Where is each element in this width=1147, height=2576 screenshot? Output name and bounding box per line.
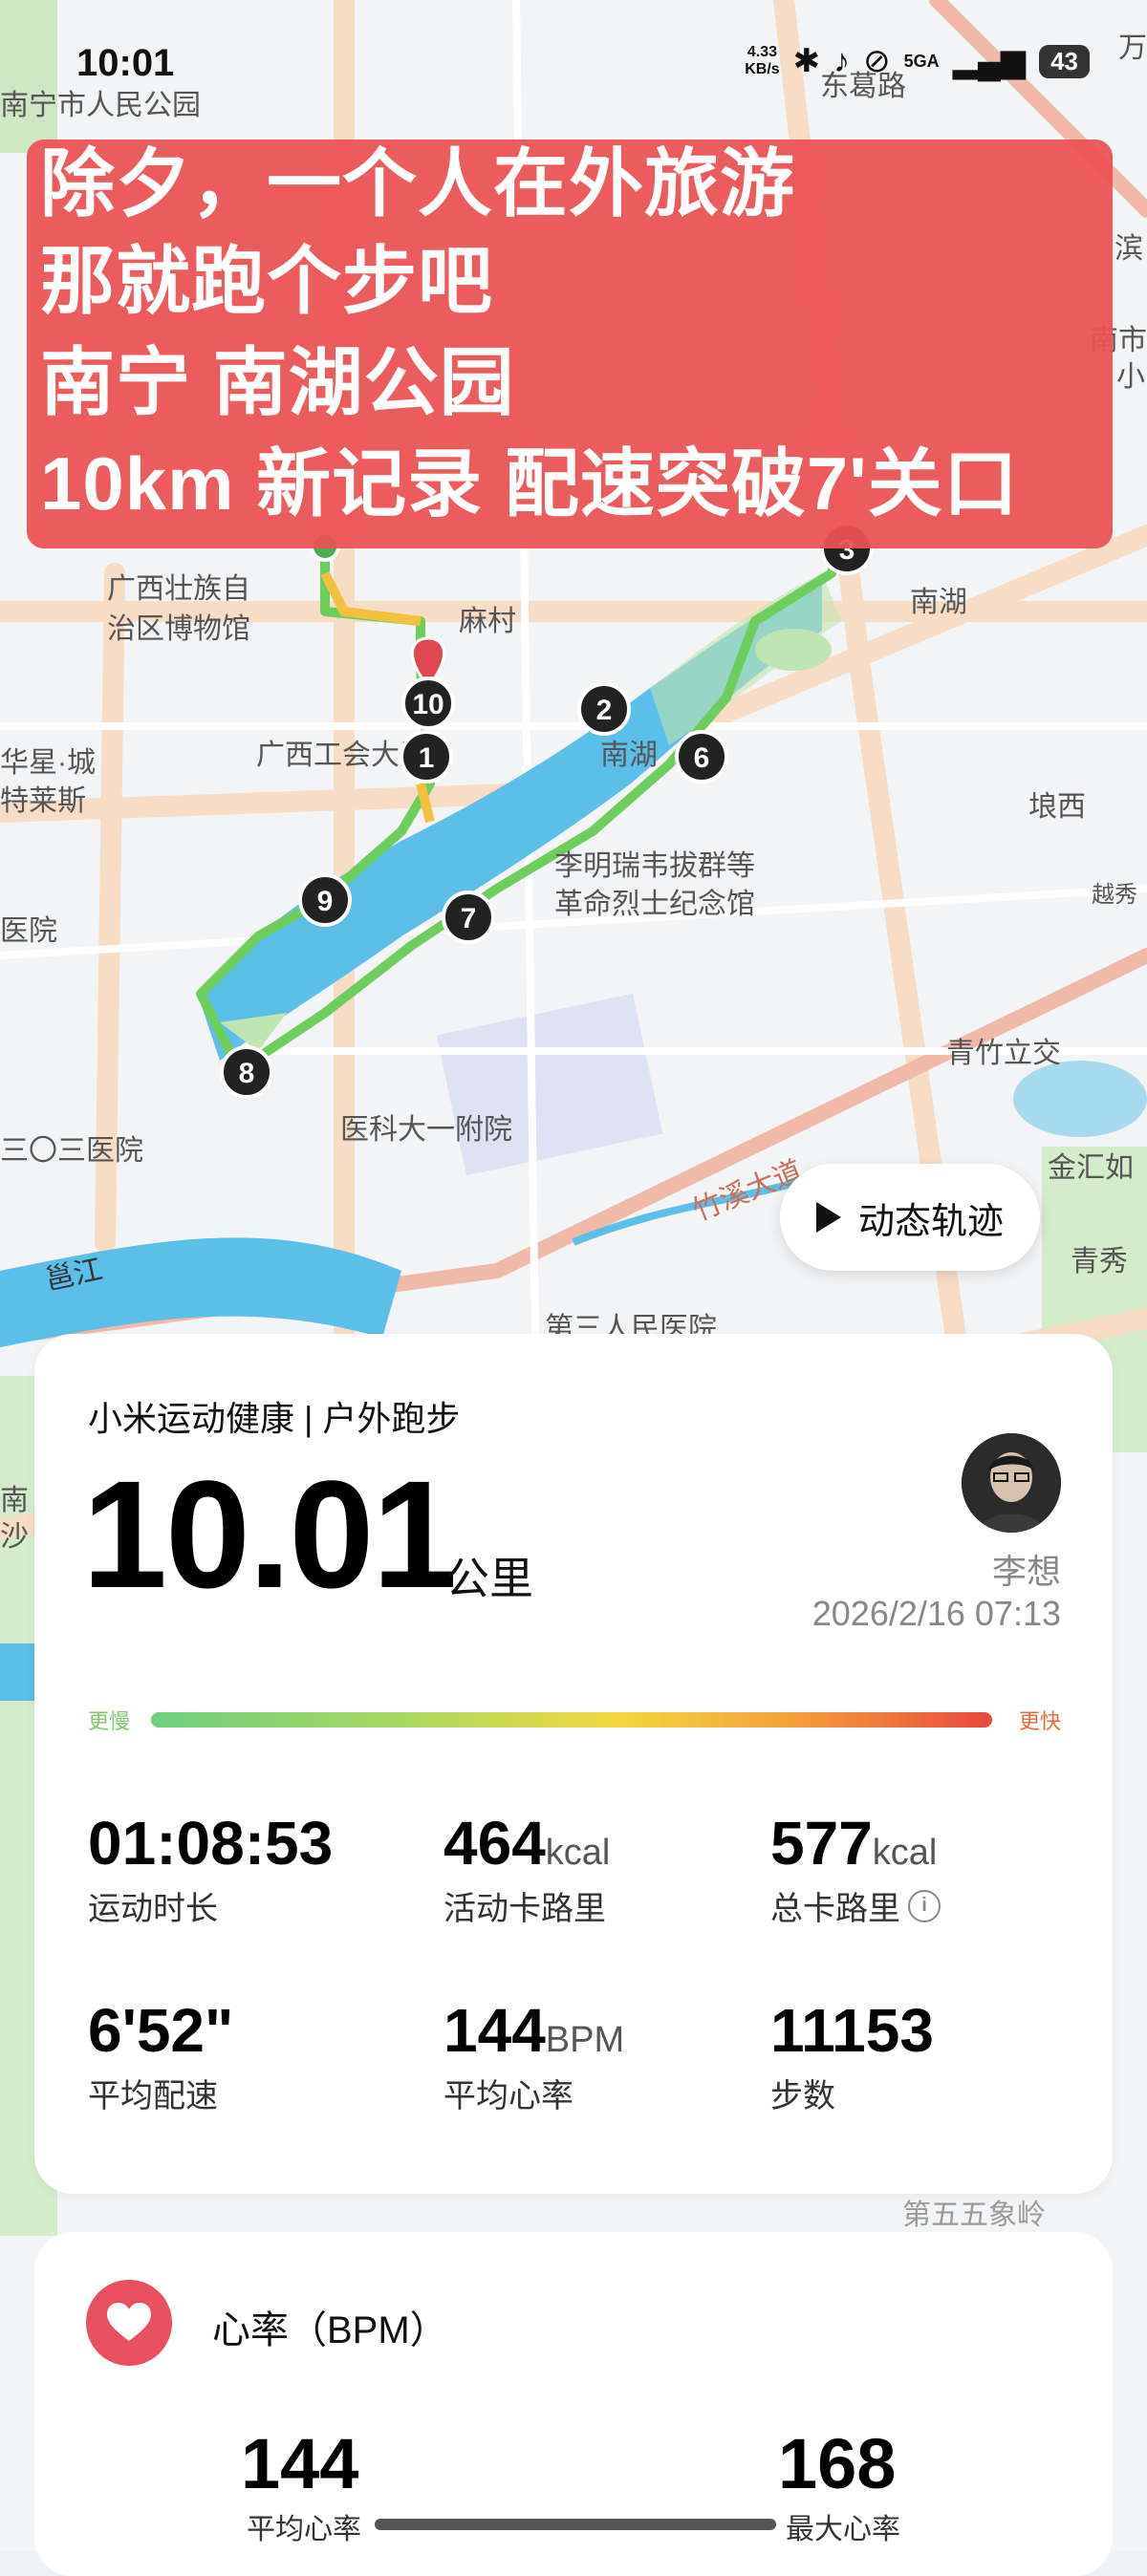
bluetooth-icon: ✱ — [792, 43, 821, 79]
metric-average-heart-rate: 144BPM 平均心率 — [444, 1996, 625, 2114]
workout-datetime: 2026/2/16 07:13 — [812, 1594, 1061, 1633]
map-label: 埌西 — [1028, 791, 1086, 823]
map-label: 治区博物馆 — [107, 613, 250, 645]
svg-text:1: 1 — [419, 742, 435, 774]
map-label: 越秀 — [1092, 882, 1137, 908]
map-label: 青秀 — [1071, 1246, 1128, 1277]
distance-value: 10.01 — [82, 1449, 457, 1620]
map-label: 小 — [1116, 361, 1145, 393]
heart-icon — [86, 2280, 172, 2366]
heart-rate-average-value: 144 — [241, 2424, 359, 2503]
network-speed: 4.33 KB/s — [745, 44, 780, 77]
metric-steps: 11153 步数 — [770, 1996, 934, 2114]
km-marker: 8 — [220, 1045, 273, 1099]
avatar-image — [962, 1433, 1061, 1533]
workout-source: 小米运动健康 | 户外跑步 — [88, 1399, 461, 1438]
km-marker: 2 — [577, 682, 631, 736]
heart-rate-range-bar — [375, 2519, 776, 2530]
heart-rate-card[interactable]: 心率（BPM） 144 168 平均心率 最大心率 — [34, 2232, 1113, 2576]
heart-rate-average-label: 平均心率 — [247, 2514, 361, 2545]
map-label: 医院 — [0, 915, 57, 947]
distance-unit: 公里 — [445, 1554, 533, 1603]
map-label: 李明瑞韦拔群等 — [554, 850, 755, 882]
play-icon — [815, 1202, 841, 1233]
mute-icon: ⊘ — [863, 43, 891, 79]
map-label: 医科大一附院 — [340, 1114, 512, 1146]
metric-average-pace: 6'52" 平均配速 — [88, 1996, 234, 2114]
signal-icon: ▂▄▆ — [952, 43, 1027, 79]
status-icons: 4.33 KB/s ✱ ♪ ⊘ 5GA ▂▄▆ 43 — [745, 42, 1090, 80]
pace-slow-label: 更慢 — [88, 1709, 131, 1733]
map-label: 滨 — [1115, 233, 1143, 265]
km-marker: 9 — [298, 873, 352, 927]
title-line: 南宁 南湖公园 — [40, 340, 515, 424]
km-marker: 7 — [442, 891, 495, 944]
svg-text:6: 6 — [694, 742, 710, 774]
map-label: 三〇三医院 — [0, 1135, 143, 1167]
heart-rate-max-label: 最大心率 — [786, 2514, 900, 2545]
km-marker: 6 — [675, 730, 728, 784]
status-bar: 10:01 4.33 KB/s ✱ ♪ ⊘ 5GA ▂▄▆ 43 — [0, 38, 1147, 96]
signal-label: 5GA — [903, 51, 940, 71]
map-label: 南湖 — [600, 740, 658, 771]
map-label: 南 — [0, 1485, 29, 1516]
map-label: 南湖 — [910, 587, 967, 618]
earbuds-icon: ♪ — [833, 42, 851, 79]
pace-fast-label: 更快 — [1018, 1709, 1061, 1733]
workout-summary-card: 小米运动健康 | 户外跑步 10.01 公里 李想 2026/2/16 07:1… — [34, 1334, 1113, 2194]
title-line: 除夕，一个人在外旅游 — [40, 141, 796, 225]
heart-rate-title: 心率（BPM） — [212, 2309, 448, 2351]
user-name: 李想 — [991, 1552, 1061, 1591]
map-label: 华星·城 — [0, 747, 96, 779]
title-banner: 除夕，一个人在外旅游 那就跑个步吧 南宁 南湖公园 10km 新记录 配速突破7… — [27, 140, 1113, 548]
metric-active-calories: 464kcal 活动卡路里 — [444, 1809, 611, 1927]
km-marker: 1 — [400, 730, 453, 784]
dynamic-track-button[interactable]: 动态轨迹 — [780, 1164, 1040, 1271]
svg-text:10: 10 — [412, 689, 444, 720]
km-marker: 10 — [401, 676, 455, 730]
heart-rate-max-value: 168 — [778, 2424, 897, 2503]
map-label: 第五五象岭 — [902, 2200, 1046, 2231]
svg-text:2: 2 — [596, 695, 613, 726]
metric-duration: 01:08:53 运动时长 — [88, 1809, 334, 1927]
svg-text:7: 7 — [461, 903, 477, 934]
title-line: 那就跑个步吧 — [40, 239, 494, 323]
map-label: 沙 — [0, 1521, 29, 1553]
info-icon[interactable]: i — [908, 1889, 941, 1922]
pace-gradient-bar — [151, 1712, 992, 1728]
map-label: 金汇如 — [1048, 1152, 1134, 1184]
dynamic-track-label: 动态轨迹 — [857, 1201, 1004, 1242]
status-time: 10:01 — [76, 42, 175, 84]
metric-total-calories: 577kcal 总卡路里 i — [770, 1808, 941, 1929]
battery-indicator: 43 — [1039, 44, 1090, 78]
map-label: 特莱斯 — [0, 785, 86, 817]
avatar[interactable] — [962, 1433, 1061, 1533]
svg-text:9: 9 — [317, 886, 334, 917]
map-label: 革命烈士纪念馆 — [554, 889, 755, 920]
title-line: 10km 新记录 配速突破7'关口 — [40, 441, 1019, 526]
map-label: 麻村 — [459, 606, 516, 637]
map-label: 广西壮族自 — [107, 573, 250, 605]
map-label: 青竹立交 — [946, 1038, 1061, 1069]
svg-text:8: 8 — [239, 1058, 255, 1089]
